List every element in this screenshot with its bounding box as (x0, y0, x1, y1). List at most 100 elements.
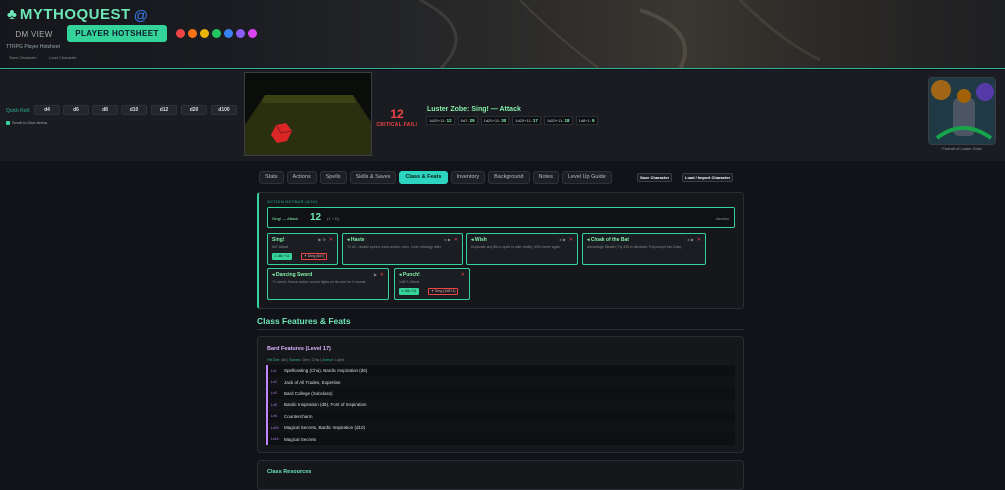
die-d100-button[interactable]: d100 (211, 105, 237, 115)
remove-card-icon[interactable]: ✕ (454, 237, 458, 243)
die-d4-button[interactable]: d4 (34, 105, 60, 115)
hotbar-card-dancing-sword[interactable]: ◂ Dancing Sword ▶ ✕ +1 sword. Bonus acti… (267, 268, 389, 300)
theme-color-red[interactable] (176, 29, 185, 38)
roll-history-chip: 1d8+1: 9 (575, 116, 598, 125)
roll-history: 1d20+11: 12 6d7: 29 1d20+11: 30 1d20+11:… (426, 116, 598, 125)
tab-stats[interactable]: Stats (259, 171, 284, 184)
class-resources-box (257, 460, 744, 490)
feature-row: Lv2 Jack of All Trades, Expertise (266, 376, 735, 388)
class-resources-title: Class Resources (267, 469, 312, 475)
section-divider (257, 329, 744, 330)
card-title: ◂ Cloak of the Bat (587, 237, 629, 243)
hotbar-roll-summary: Sing! — Attack 12 (1 +11) dismiss (267, 207, 735, 228)
die-d6-button[interactable]: d6 (63, 105, 89, 115)
app-subtitle: TTRPG Player Hotsheet (6, 44, 60, 50)
dragon-icon: ♣ (7, 6, 17, 23)
swirl-icon: @ (133, 6, 148, 23)
card-title: Sing! (272, 237, 285, 243)
remove-card-icon[interactable]: ✕ (329, 237, 333, 243)
save-character-button[interactable]: Save Character (637, 173, 673, 182)
tab-spells[interactable]: Spells (319, 171, 347, 184)
card-desc: +1 sword. Bonus action: sword fights on … (272, 280, 366, 284)
die-d20-button[interactable]: d20 (181, 105, 207, 115)
tab-class-feats[interactable]: Class & Feats (399, 171, 448, 184)
tab-level-up-guide[interactable]: Level Up Guide (561, 171, 612, 184)
portrait-image (929, 78, 995, 144)
card-desc: 6d7 Attack (272, 245, 289, 249)
remove-card-icon[interactable]: ✕ (461, 272, 465, 278)
dm-view-button[interactable]: DM VIEW (8, 27, 60, 41)
scroll-to-arena-label: Scroll to Dice Arena (12, 120, 48, 125)
die-d8-button[interactable]: d8 (92, 105, 118, 115)
tab-skills-saves[interactable]: Skills & Saves (349, 171, 397, 184)
theme-color-green[interactable] (212, 29, 221, 38)
card-desc: +2 AC, double speed, extra action; conc.… (347, 245, 441, 249)
bard-features-stats: Hit Die: d8 | Saves: Dex, Cha | Armor: L… (267, 357, 344, 362)
feature-list: Lv1 Spellcasting (Cha), Bardic Inspiratio… (266, 365, 735, 445)
app-logo[interactable]: ♣ MYTHOQUEST @ (7, 6, 148, 23)
card-controls[interactable]: ▸ ▶ (560, 237, 566, 242)
load-import-character-button[interactable]: Load / Import Character (682, 173, 734, 182)
attack-roll-button[interactable]: ⚔ Atk +11 (272, 253, 292, 260)
hotbar-card-haste[interactable]: ◂ Haste ▸ ▶ ✕ +2 AC, double speed, extra… (342, 233, 463, 265)
character-portrait[interactable] (928, 77, 996, 145)
tab-background[interactable]: Background (488, 171, 530, 184)
feature-row: Lv1 Spellcasting (Cha), Bardic Inspiratio… (266, 365, 735, 377)
dismiss-button[interactable]: dismiss (716, 216, 729, 221)
theme-color-yellow[interactable] (200, 29, 209, 38)
theme-color-pink[interactable] (248, 29, 257, 38)
remove-card-icon[interactable]: ✕ (697, 237, 701, 243)
tab-bar: Stats Actions Spells Skills & Saves Clas… (259, 171, 612, 184)
remove-card-icon[interactable]: ✕ (569, 237, 573, 243)
roll-history-chip: 1d20+11: 17 (512, 116, 541, 125)
portrait-caption: Portrait of Luster Zobe (942, 146, 982, 151)
hotbar-card-wish[interactable]: ◂ Wish ▸ ▶ ✕ Duplicate any 8th-lv spell … (466, 233, 578, 265)
roll-history-chip: 1d20+11: 18 (543, 116, 573, 125)
roll-history-chip: 6d7: 29 (457, 116, 478, 125)
class-features-heading: Class Features & Feats (257, 316, 351, 326)
theme-color-blue[interactable] (224, 29, 233, 38)
feature-row: Lv3 Bard College (Subclass) (266, 387, 735, 400)
roll-history-chip: 1d20+11: 12 (426, 116, 455, 125)
hotbar-card-punch[interactable]: ◂ Punch! ✕ 1d8+1 Attack ⚔ Atk +11 ✦ Dmg … (394, 268, 470, 300)
card-desc: 1d8+1 Attack (399, 280, 420, 284)
remove-card-icon[interactable]: ✕ (380, 272, 384, 278)
feature-row: Lv5 Bardic Inspiration (d8), Font of Insp… (266, 399, 735, 411)
card-desc: Advantage Stealth; Fly 40ft in dim/dark;… (587, 245, 682, 249)
hotbar-card-sing[interactable]: Sing! ▶ ⚙ ✕ 6d7 Attack ⚔ Atk +11 ✦ Dmg (… (267, 233, 338, 265)
die-d12-button[interactable]: d12 (151, 105, 177, 115)
roll-total: 12 (390, 107, 404, 121)
roll-history-chip: 1d20+11: 30 (480, 116, 510, 125)
load-character-link[interactable]: Load Character (49, 55, 77, 60)
card-title: ◂ Wish (471, 237, 487, 243)
logo-text: MYTHOQUEST (19, 6, 131, 23)
player-hotsheet-button[interactable]: PLAYER HOTSHEET (67, 25, 167, 42)
card-controls[interactable]: ▸ ▶ (445, 237, 451, 242)
feature-row: Lv14 Magical Secrets (266, 433, 735, 445)
arena-floor (245, 95, 371, 155)
summary-total: 12 (310, 212, 322, 223)
tab-actions[interactable]: Actions (286, 171, 317, 184)
damage-roll-button[interactable]: ✦ Dmg (6d7) (301, 253, 328, 260)
hotbar-label: ACTION HOTBAR (6/10) (267, 199, 318, 204)
save-character-link[interactable]: Save Character (9, 55, 37, 60)
card-controls[interactable]: ▸ ▶ (688, 237, 694, 242)
hotbar-card-cloak-of-the-bat[interactable]: ◂ Cloak of the Bat ▸ ▶ ✕ Advantage Steal… (582, 233, 706, 265)
tab-notes[interactable]: Notes (532, 171, 559, 184)
card-title: ◂ Haste (347, 237, 365, 243)
card-controls[interactable]: ▶ (374, 272, 377, 277)
tab-inventory[interactable]: Inventory (450, 171, 486, 184)
damage-roll-button[interactable]: ✦ Dmg (1d8+1) (428, 288, 459, 295)
dice-arena[interactable] (244, 72, 372, 156)
roll-result: 12 CRITICAL FAIL! (373, 107, 421, 128)
theme-color-purple[interactable] (236, 29, 245, 38)
theme-color-orange[interactable] (188, 29, 197, 38)
roll-title: Luster Zobe: Sing! — Attack (427, 106, 521, 113)
summary-label: Sing! — Attack (272, 216, 299, 221)
die-d10-button[interactable]: d10 (121, 105, 147, 115)
card-title: ◂ Dancing Sword (272, 272, 313, 278)
card-controls[interactable]: ▶ ⚙ (318, 237, 326, 242)
scroll-to-arena-toggle[interactable]: Scroll to Dice Arena (6, 120, 47, 125)
attack-roll-button[interactable]: ⚔ Atk +11 (399, 288, 419, 295)
bard-features-title: Bard Features (Level 17) (267, 346, 331, 352)
